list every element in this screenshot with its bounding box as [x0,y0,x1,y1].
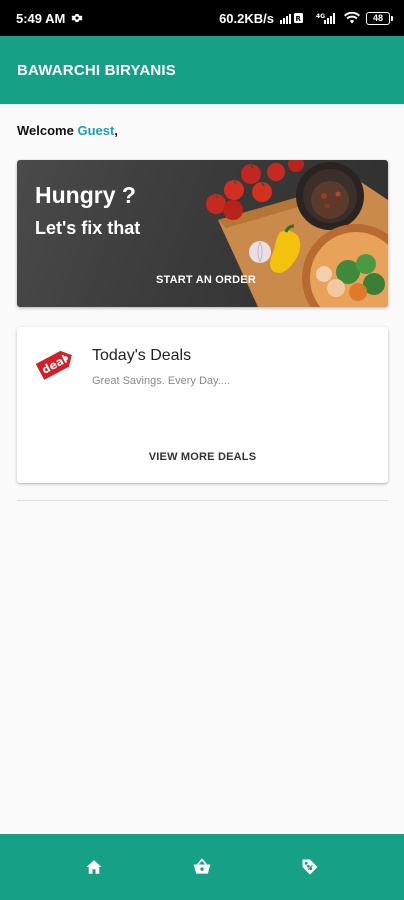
divider [17,500,388,501]
app-bar: BAWARCHI BIRYANIS [0,36,404,104]
status-left: 5:49 AM [16,11,83,26]
battery-icon: 48 [366,11,393,25]
view-more-deals-button[interactable]: VIEW MORE DEALS [17,451,388,463]
wifi-icon [344,12,360,24]
status-right: 60.2KB/s R 4G 48 [219,10,393,26]
signal-icon: 4G [316,12,338,24]
svg-text:R: R [296,15,302,23]
deals-subtitle: Great Savings. Every Day.... [92,375,230,387]
nav-deals[interactable] [290,847,330,887]
status-bar: 5:49 AM 60.2KB/s R 4G 48 [0,0,404,36]
welcome-text: Welcome Guest, [17,123,404,138]
svg-text:4G: 4G [316,13,325,20]
guest-name: Guest [77,123,115,138]
net-speed: 60.2KB/s [219,10,274,26]
todays-deals-card[interactable]: deal Today's Deals Great Savings. Every … [17,327,388,483]
hero-title: Hungry ? [35,182,136,208]
app-title: BAWARCHI BIRYANIS [17,61,176,79]
hero-subtitle: Let's fix that [35,218,141,238]
settings-icon [71,12,83,24]
deals-title: Today's Deals [92,347,192,364]
welcome-prefix: Welcome [17,123,78,138]
nav-basket[interactable] [182,847,222,887]
welcome-suffix: , [114,123,118,138]
bottom-navigation [0,834,404,900]
start-order-banner[interactable]: Hungry ? Let's fix that START AN ORDER [17,160,388,307]
nav-home[interactable] [74,847,114,887]
signal-icon: R [280,12,310,24]
status-time: 5:49 AM [16,10,66,26]
tag-icon [302,859,318,875]
deal-tag-icon: deal [34,343,76,390]
home-icon [86,860,102,874]
basket-icon [193,858,211,874]
start-order-button[interactable]: START AN ORDER [156,274,256,286]
